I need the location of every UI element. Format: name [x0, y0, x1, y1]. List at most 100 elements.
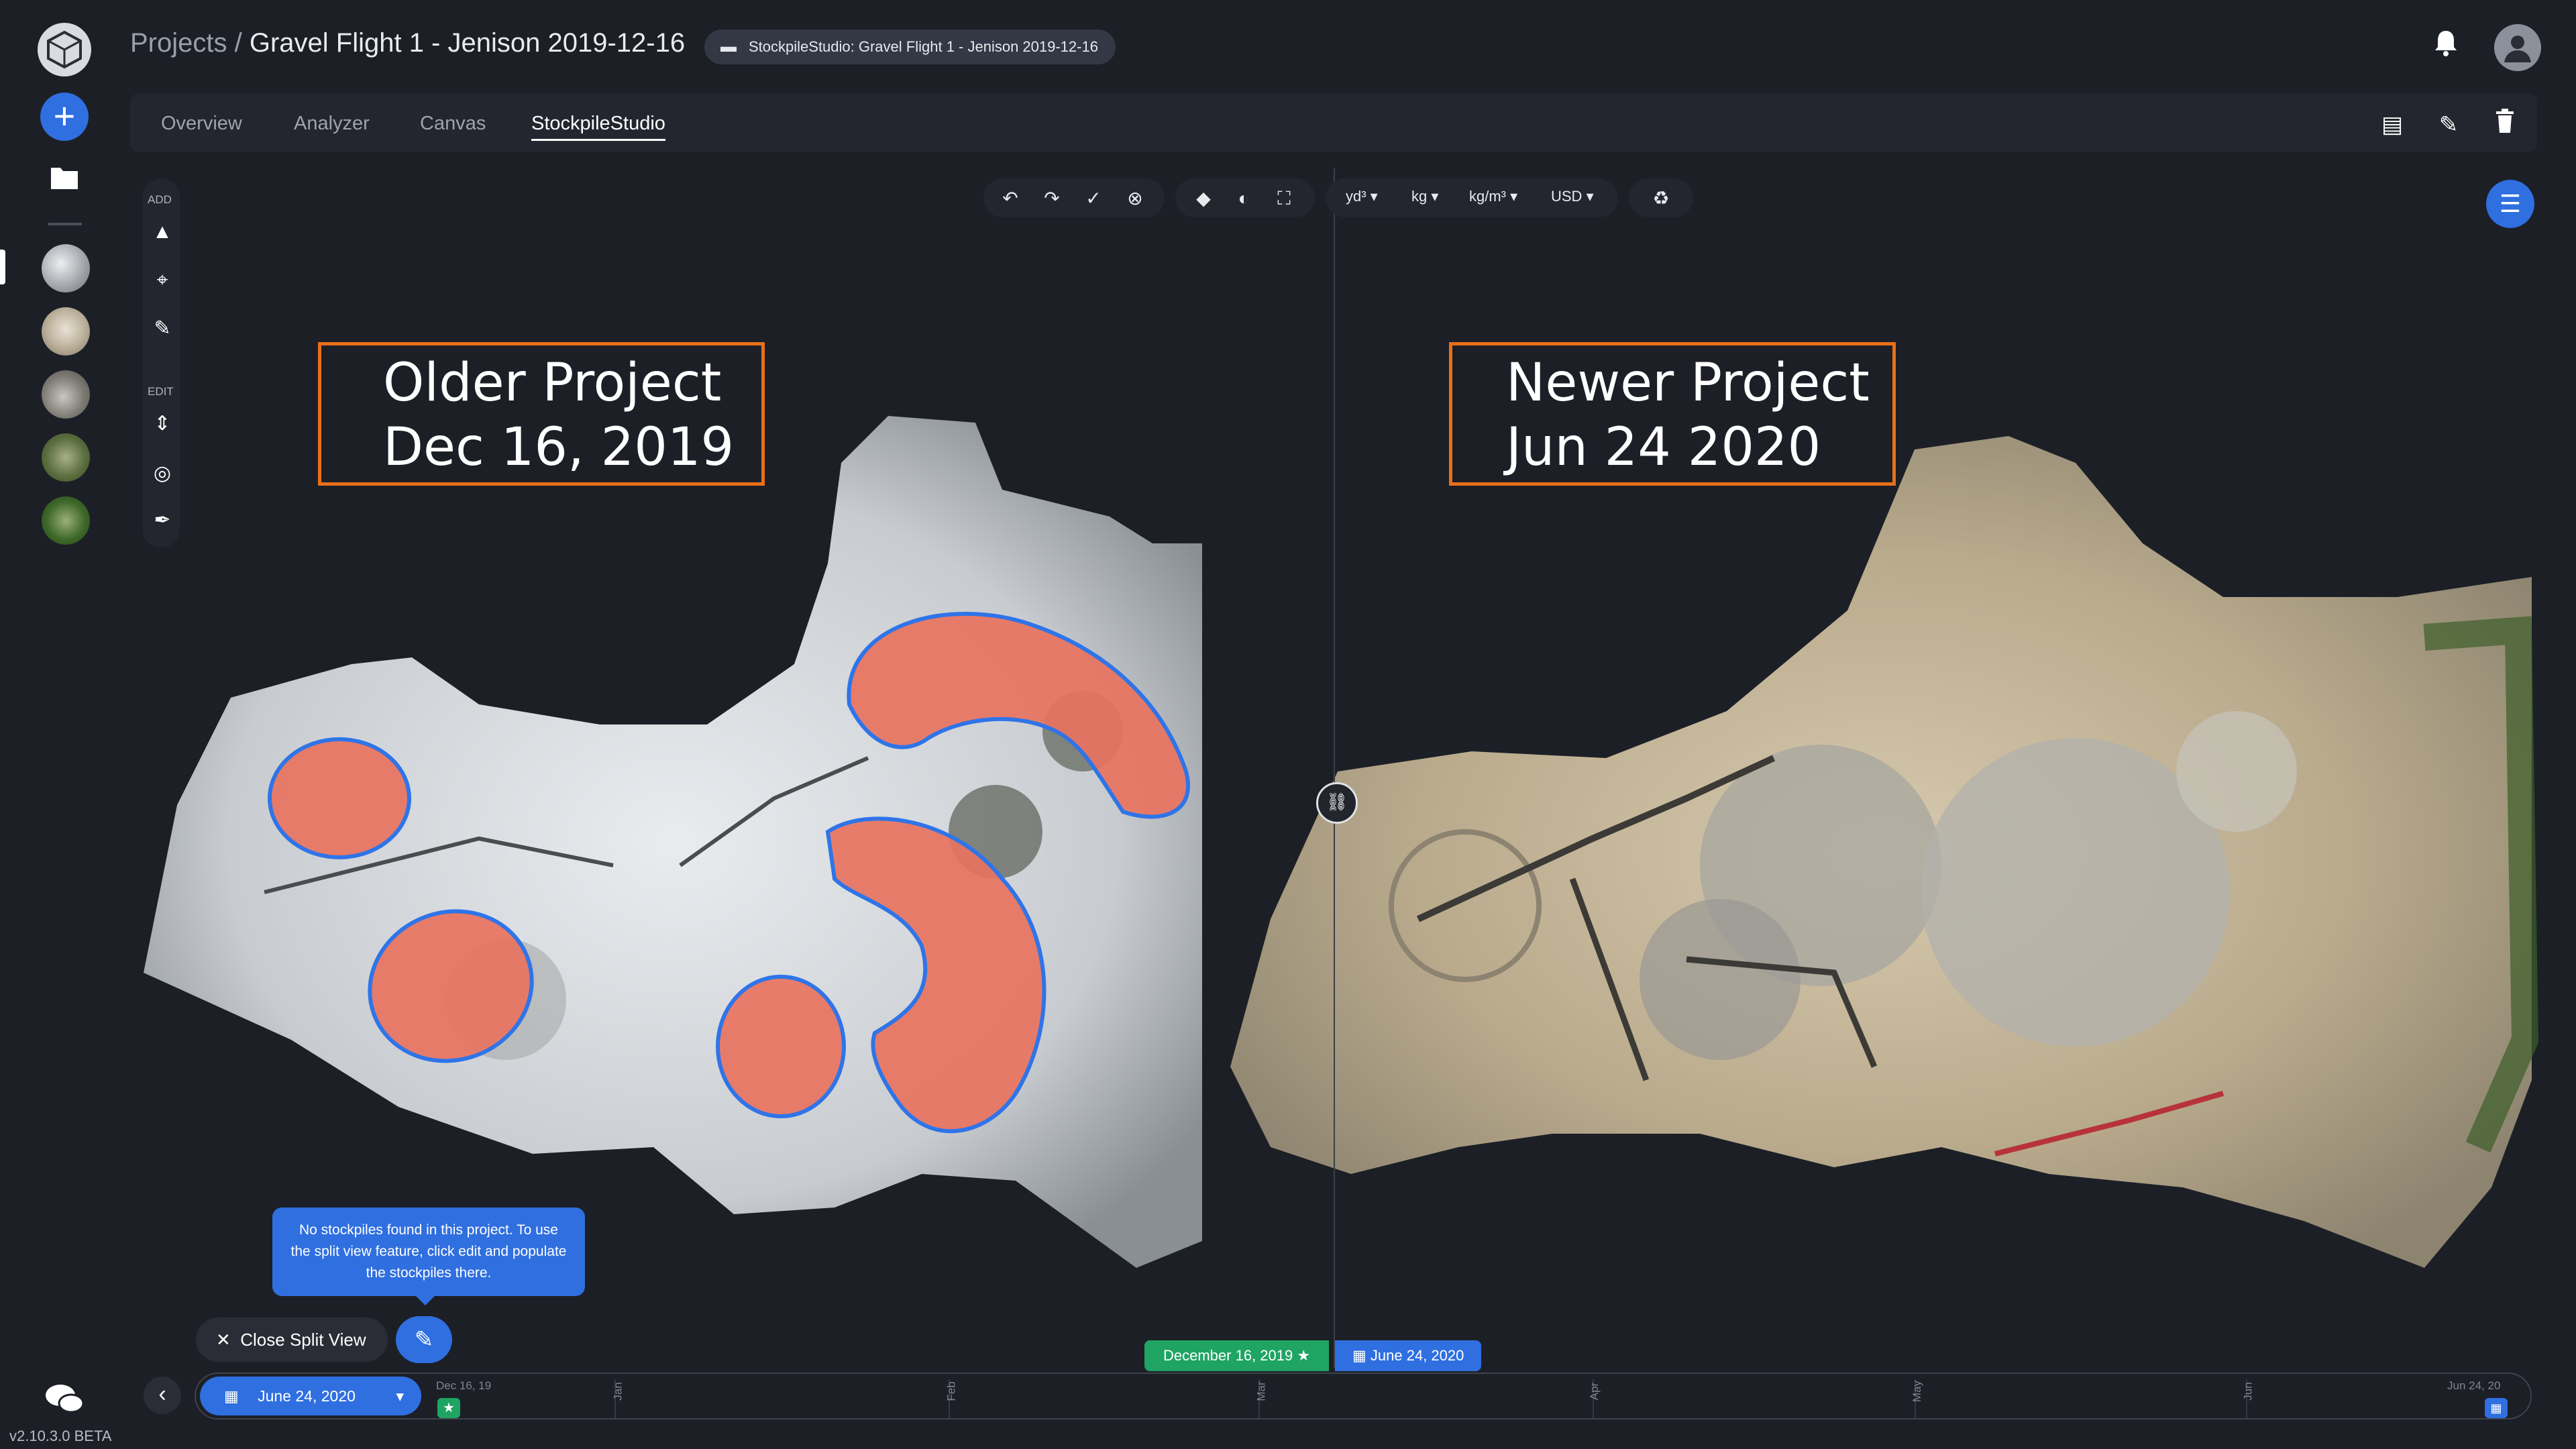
older-project-date: Dec 16, 2019 — [383, 417, 735, 478]
currency-label: USD — [1551, 188, 1582, 205]
timeline-tick: Jan — [611, 1382, 625, 1401]
chat-icon — [46, 1385, 85, 1413]
project-thumbnail-3[interactable] — [42, 370, 90, 419]
chevron-left-icon: ‹ — [158, 1381, 166, 1407]
close-split-view-label: Close Split View — [240, 1330, 366, 1350]
edit-project-button[interactable]: ✎ — [2432, 109, 2465, 141]
check-icon: ✓ — [1085, 188, 1102, 209]
stockpile-5 — [716, 975, 846, 1118]
plus-icon: + — [53, 95, 76, 137]
chat-button[interactable] — [43, 1381, 86, 1418]
volume-unit-select[interactable]: yd³ ▾ — [1346, 188, 1378, 205]
folder-button[interactable] — [44, 161, 85, 201]
tab-overview[interactable]: Overview — [161, 113, 242, 135]
star-icon: ★ — [1297, 1347, 1311, 1364]
timeline-tick: Jun 24, 20 — [2447, 1379, 2501, 1392]
mass-unit-label: kg — [1411, 188, 1428, 205]
timeline-tick: Dec 16, 19 — [436, 1379, 492, 1392]
camera-icon: ◎ — [153, 462, 172, 484]
fullscreen-button[interactable]: ⛶ — [1269, 184, 1299, 213]
older-date-marker[interactable]: ★ — [437, 1398, 460, 1418]
user-avatar[interactable] — [2494, 24, 2541, 71]
project-thumbnail-5[interactable] — [42, 496, 90, 545]
recalculate-button[interactable]: ♻ — [1646, 184, 1676, 213]
sync-views-button[interactable]: ⛓ — [1316, 782, 1358, 824]
folder-icon: ▬ — [720, 38, 737, 56]
newer-project-label: Newer Project Jun 24 2020 — [1449, 342, 1896, 486]
layers-icon: ◆ — [1196, 188, 1211, 209]
brush-tool[interactable]: ✒ — [149, 507, 176, 534]
close-icon: ✕ — [216, 1330, 231, 1350]
discard-button[interactable]: ⊗ — [1120, 184, 1150, 213]
breadcrumb-root[interactable]: Projects / — [130, 28, 242, 58]
pencil-icon: ✎ — [154, 317, 171, 339]
add-stockpile-tool[interactable]: ▲ — [149, 219, 176, 246]
undo-button[interactable]: ↶ — [996, 184, 1025, 213]
star-icon: ★ — [443, 1401, 455, 1415]
trash-icon — [2496, 109, 2514, 133]
split-divider[interactable] — [1334, 168, 1335, 1368]
fullscreen-icon: ⛶ — [1277, 188, 1291, 209]
timeline-tick: Mar — [1254, 1381, 1268, 1401]
link-icon: ⛓ — [1326, 792, 1348, 812]
redo-icon: ↷ — [1044, 188, 1060, 209]
calendar-icon: ▦ — [2490, 1401, 2502, 1415]
rail-divider — [48, 223, 82, 225]
tab-canvas[interactable]: Canvas — [420, 113, 486, 135]
calendar-icon: ▦ — [224, 1387, 239, 1405]
delete-project-button[interactable] — [2489, 109, 2521, 141]
list-icon: ☰ — [2499, 190, 2522, 217]
timeline-back-button[interactable]: ‹ — [144, 1377, 181, 1414]
tab-analyzer[interactable]: Analyzer — [294, 113, 370, 135]
app-version: v2.10.3.0 BETA — [9, 1428, 112, 1444]
date-selector[interactable]: ▦ June 24, 2020 ▾ — [200, 1377, 421, 1415]
timeline-tick: Jun — [2241, 1382, 2255, 1401]
density-unit-select[interactable]: kg/m³ ▾ — [1469, 188, 1517, 205]
undo-icon: ↶ — [1002, 188, 1018, 209]
project-thumbnail-1[interactable] — [42, 244, 90, 292]
older-date-pill[interactable]: December 16, 2019 ★ — [1144, 1340, 1330, 1371]
app-logo[interactable] — [38, 23, 91, 76]
redo-button[interactable]: ↷ — [1037, 184, 1067, 213]
add-project-button[interactable]: + — [40, 93, 89, 141]
older-date-label: December 16, 2019 — [1163, 1347, 1293, 1364]
stockpile-list-button[interactable]: ☰ — [2486, 180, 2534, 228]
notifications-button[interactable] — [2427, 28, 2465, 66]
camera-tool[interactable]: ◎ — [149, 460, 176, 487]
currency-select[interactable]: USD ▾ — [1551, 188, 1594, 205]
density-unit-label: kg/m³ — [1469, 188, 1506, 205]
report-button[interactable]: ▤ — [2376, 109, 2408, 141]
logo-icon — [47, 30, 82, 69]
bell-icon — [2435, 31, 2457, 56]
hide-button[interactable]: ◐ — [1229, 184, 1258, 213]
newer-project-title: Newer Project — [1506, 353, 1870, 413]
tooltip-arrow — [415, 1295, 436, 1305]
add-point-tool[interactable]: ⌖ — [149, 267, 176, 294]
target-icon: ⌖ — [156, 269, 168, 291]
volume-unit-label: yd³ — [1346, 188, 1366, 205]
brush-icon: ✒ — [154, 509, 171, 531]
recycle-icon: ♻ — [1652, 188, 1670, 209]
mass-unit-select[interactable]: kg ▾ — [1411, 188, 1438, 205]
draw-tool[interactable]: ✎ — [149, 315, 176, 342]
newer-date-marker[interactable]: ▦ — [2485, 1398, 2508, 1418]
project-chip-label: StockpileStudio: Gravel Flight 1 - Jenis… — [749, 38, 1098, 55]
adjust-height-tool[interactable]: ⇕ — [149, 411, 176, 437]
newer-date-pill[interactable]: ▦ June 24, 2020 — [1335, 1340, 1482, 1371]
edit-stockpiles-button[interactable]: ✎ — [396, 1316, 452, 1363]
close-circle-icon: ⊗ — [1127, 188, 1143, 209]
stockpile-1 — [268, 737, 411, 859]
edit-tools-label: EDIT — [148, 385, 174, 398]
project-thumbnail-2[interactable] — [42, 307, 90, 356]
no-stockpiles-tooltip: No stockpiles found in this project. To … — [272, 1208, 585, 1296]
mountain-icon: ▲ — [152, 221, 172, 243]
accept-button[interactable]: ✓ — [1079, 184, 1108, 213]
user-icon — [2504, 36, 2531, 62]
project-thumbnail-4[interactable] — [42, 433, 90, 482]
timeline-track[interactable] — [195, 1373, 2532, 1419]
layers-button[interactable]: ◆ — [1189, 184, 1218, 213]
tab-stockpilestudio[interactable]: StockpileStudio — [531, 113, 665, 141]
close-split-view-button[interactable]: ✕ Close Split View — [196, 1318, 388, 1362]
project-chip[interactable]: ▬ StockpileStudio: Gravel Flight 1 - Jen… — [704, 30, 1116, 64]
calendar-icon: ▦ — [1352, 1347, 1371, 1364]
